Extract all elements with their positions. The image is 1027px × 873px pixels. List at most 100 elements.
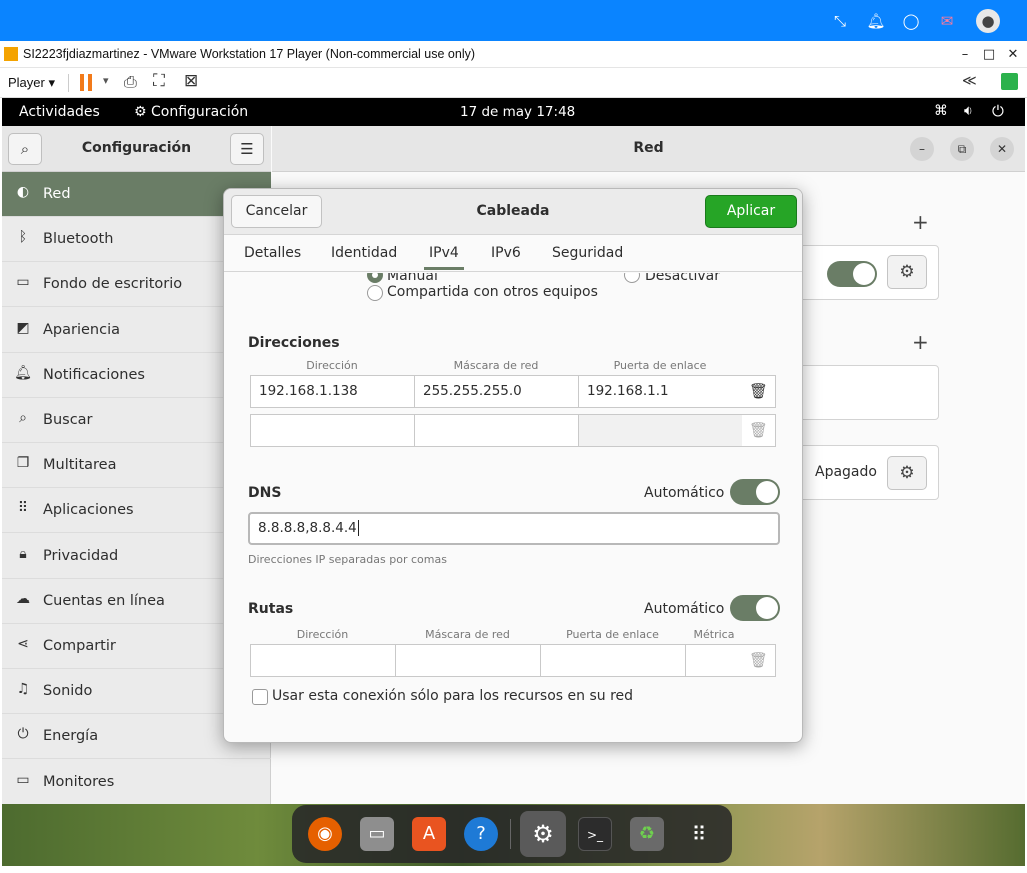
sidebar-item-label: Notificaciones: [43, 366, 145, 383]
wired-settings-gear-icon[interactable]: ⚙︎: [887, 255, 927, 289]
route-address-field[interactable]: [250, 644, 396, 677]
volume-icon[interactable]: 🔉︎: [964, 103, 973, 119]
gateway-field[interactable]: 192.168.1.1: [578, 375, 743, 408]
route-col-netmask: Máscara de red: [425, 628, 510, 641]
proxy-settings-gear-icon[interactable]: ⚙︎: [887, 456, 927, 490]
search-icon: ⌕: [19, 410, 27, 426]
fullscreen-icon[interactable]: ⛶: [153, 71, 165, 91]
dns-input[interactable]: 8.8.8.8,8.8.4.4: [248, 512, 780, 545]
wired-toggle[interactable]: [827, 261, 877, 287]
sidebar-item-label: Red: [43, 186, 71, 202]
sidebar-item-monitores[interactable]: ▭ Monitores: [2, 760, 271, 805]
sidebar-item-label: Cuentas en línea: [43, 592, 165, 609]
netmask-field[interactable]: 255.255.255.0: [414, 375, 579, 408]
avatar[interactable]: ●: [976, 9, 1000, 33]
delete-empty-address-trash-icon: 🗑︎: [742, 414, 776, 447]
method-manual-label: Manual: [387, 273, 438, 284]
route-metric-field[interactable]: [685, 644, 743, 677]
ubuntu-top-bar: Actividades ⚙︎ Configuración 17 de may 1…: [2, 98, 1025, 126]
route-col-metric: Métrica: [693, 628, 735, 641]
terminal-icon[interactable]: >_: [578, 817, 612, 851]
notes-icon[interactable]: [1001, 73, 1018, 90]
power-menu-icon[interactable]: ⏻: [992, 102, 1004, 120]
minimize-window-button[interactable]: –: [910, 137, 934, 161]
tab-ipv4[interactable]: IPv4: [424, 245, 464, 270]
apply-button[interactable]: Aplicar: [705, 195, 797, 228]
firefox-icon[interactable]: ◉: [308, 817, 342, 851]
unity-icon[interactable]: ⊠: [184, 71, 198, 91]
gateway-field-empty[interactable]: [578, 414, 743, 447]
wired-settings-dialog: Cancelar Cableada Aplicar Detalles Ident…: [223, 188, 803, 743]
bell-icon[interactable]: 🔔︎: [866, 11, 886, 31]
collapse-icon[interactable]: ⤡: [830, 11, 850, 31]
background-icon: ▭: [16, 274, 30, 291]
delete-address-trash-icon[interactable]: 🗑︎: [742, 375, 776, 408]
restore-window-button[interactable]: ⧉: [950, 137, 974, 161]
minimize-button[interactable]: –: [953, 45, 977, 65]
ipv4-content: Manual Desactivar Compartida con otros e…: [224, 273, 802, 742]
sidebar-item-label: Privacidad: [43, 547, 119, 564]
sidebar-item-label: Apariencia: [43, 321, 120, 338]
tab-detalles[interactable]: Detalles: [244, 245, 301, 261]
network-status-icon[interactable]: ⌘: [934, 103, 948, 119]
trash-app-icon[interactable]: ♻: [630, 817, 664, 851]
tab-identidad[interactable]: Identidad: [331, 245, 397, 261]
maximize-button[interactable]: □: [977, 45, 1001, 65]
sidebar-header: ⌕ Configuración ☰: [2, 126, 271, 172]
only-local-checkbox[interactable]: [252, 689, 268, 705]
mail-icon[interactable]: ✉: [937, 11, 957, 31]
sidebar-item-label: Sonido: [43, 683, 93, 700]
tab-seguridad[interactable]: Seguridad: [552, 245, 623, 261]
add-vpn-plus-icon[interactable]: +: [912, 330, 929, 354]
sidebar-item-label: Fondo de escritorio: [43, 276, 183, 293]
sidebar-item-label: Bluetooth: [43, 231, 114, 248]
cancel-button[interactable]: Cancelar: [231, 195, 322, 228]
routes-auto-toggle[interactable]: [730, 595, 780, 621]
method-shared-radio[interactable]: [367, 285, 383, 301]
lock-icon: 🔒︎: [19, 545, 27, 562]
sidebar-item-label: Monitores: [43, 773, 115, 790]
method-manual-radio[interactable]: [367, 273, 383, 283]
cloud-icon: ☁: [16, 590, 30, 607]
sidebar-item-label: Energía: [43, 728, 99, 745]
clock[interactable]: 17 de may 17:48: [460, 104, 575, 120]
menu-button[interactable]: ☰: [230, 133, 264, 165]
send-keys-icon[interactable]: ⎙: [124, 72, 137, 92]
method-disable-radio[interactable]: [624, 273, 640, 283]
dns-heading: DNS: [248, 485, 282, 501]
app-menu[interactable]: ⚙︎ Configuración: [134, 104, 248, 120]
collapse-library-icon[interactable]: ≪: [962, 73, 977, 89]
route-col-address: Dirección: [296, 628, 349, 641]
add-connection-plus-icon[interactable]: +: [912, 210, 929, 234]
bluetooth-icon: ᛒ: [18, 229, 28, 246]
route-netmask-field[interactable]: [395, 644, 541, 677]
pause-icon[interactable]: [80, 74, 84, 91]
address-field-empty[interactable]: [250, 414, 415, 447]
sidebar-item-label: Aplicaciones: [43, 502, 134, 519]
method-shared-label: Compartida con otros equipos: [387, 284, 598, 300]
files-icon[interactable]: ▭: [360, 817, 394, 851]
music-note-icon: ♫: [16, 681, 30, 698]
settings-app-icon[interactable]: ⚙︎: [520, 811, 566, 857]
proxy-status: Apagado: [815, 464, 877, 480]
tab-ipv6[interactable]: IPv6: [491, 245, 521, 261]
network-icon: ◐: [16, 184, 30, 200]
routes-heading: Rutas: [248, 601, 294, 617]
sidebar-item-label: Compartir: [43, 638, 116, 654]
player-menu[interactable]: Player ▾: [8, 75, 55, 91]
chat-icon[interactable]: ◯: [901, 11, 921, 31]
dns-auto-toggle[interactable]: [730, 479, 780, 505]
help-icon[interactable]: ?: [464, 817, 498, 851]
delete-route-trash-icon: 🗑︎: [742, 644, 776, 677]
host-top-bar: ⤡ 🔔︎ ◯ ✉ ●: [0, 0, 1027, 41]
address-field[interactable]: 192.168.1.138: [250, 375, 415, 408]
netmask-field-empty[interactable]: [414, 414, 579, 447]
close-window-button[interactable]: ✕: [990, 137, 1014, 161]
activities-button[interactable]: Actividades: [19, 104, 100, 120]
software-icon[interactable]: A: [412, 817, 446, 851]
route-gateway-field[interactable]: [540, 644, 686, 677]
show-apps-icon[interactable]: ⠿: [682, 817, 716, 851]
only-local-label: Usar esta conexión sólo para los recurso…: [272, 688, 634, 704]
tab-bar: Detalles Identidad IPv4 IPv6 Seguridad: [224, 235, 802, 272]
close-button[interactable]: ✕: [1001, 45, 1025, 65]
